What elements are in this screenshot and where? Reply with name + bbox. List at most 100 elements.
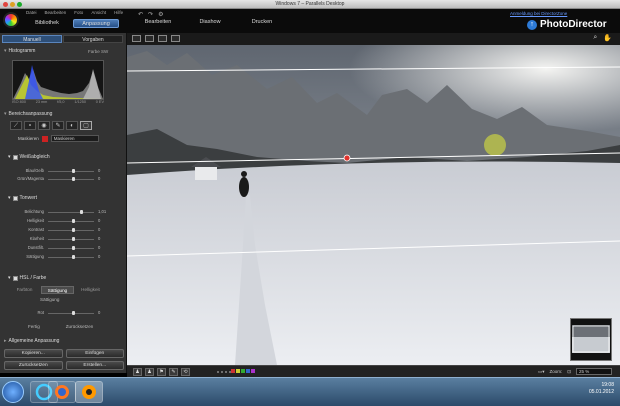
menu-item-bearbeiten[interactable]: Bearbeiten	[45, 10, 67, 15]
paste-button[interactable]: Einfügen	[65, 349, 124, 358]
slider-handle[interactable]	[71, 246, 75, 250]
hsl-group-header[interactable]: ▾ HSL / Farbe	[8, 275, 46, 281]
tab-saettigung[interactable]: Sättigung	[41, 286, 74, 294]
slider-label: Rot	[37, 310, 44, 315]
reset-button[interactable]: Zurücksetzen	[4, 361, 63, 370]
settings-icon[interactable]: ⚙	[158, 11, 163, 18]
single-view-icon[interactable]	[145, 35, 154, 42]
people-icon[interactable]: ♟	[145, 368, 154, 376]
photodirector-taskbar-icon[interactable]	[75, 381, 103, 403]
spot-tool-icon[interactable]: ∘	[24, 121, 36, 130]
slider-value[interactable]: 0	[98, 168, 100, 173]
tab-farbton[interactable]: Farbton	[8, 286, 41, 294]
histogram-header[interactable]: ▾ Histogramm	[4, 48, 35, 54]
redo-icon[interactable]: ↷	[148, 11, 153, 18]
slider-row: Grün/Magenta 0	[6, 176, 106, 182]
firefox-icon[interactable]	[48, 381, 76, 403]
zoom-label: Zoom:	[549, 369, 563, 374]
nav-bearbeiten[interactable]: Bearbeiten	[132, 19, 184, 25]
tone-checkbox[interactable]	[12, 195, 18, 201]
menu-item-ansicht[interactable]: Ansicht	[91, 10, 106, 15]
collapse-icon: ▾	[8, 195, 11, 201]
nav-diashow[interactable]: Diashow	[184, 19, 236, 25]
wb-group-header[interactable]: ▾ Weißabgleich	[8, 154, 50, 160]
hand-tool-icon[interactable]: ✋	[603, 34, 612, 42]
menu-item-hilfe[interactable]: Hilfe	[114, 10, 123, 15]
slider-value[interactable]: 0	[98, 245, 100, 250]
navigator-thumbnail[interactable]	[570, 318, 612, 361]
color-labels[interactable]	[231, 369, 255, 373]
tag-icon[interactable]: ✎	[169, 368, 178, 376]
tone-group-header[interactable]: ▾ Tonwert	[8, 195, 37, 201]
slider-value[interactable]: 1,01	[98, 209, 106, 214]
general-header[interactable]: ▸ Allgemeine Anpassung	[4, 338, 59, 344]
slider-handle[interactable]	[71, 169, 75, 173]
subtab-manuell[interactable]: Manuell	[2, 35, 62, 43]
menu-item-foto[interactable]: Foto	[74, 10, 83, 15]
mask-dropdown[interactable]: Maskieren	[50, 135, 99, 142]
done-link[interactable]: Fertig	[28, 324, 40, 329]
flag-icon[interactable]: ⚑	[157, 368, 166, 376]
slider-handle[interactable]	[71, 237, 75, 241]
copy-button[interactable]: Kopieren...	[4, 349, 63, 358]
nav-drucken[interactable]: Drucken	[236, 19, 288, 25]
photo-canvas[interactable]	[127, 45, 620, 365]
redeye-tool-icon[interactable]: ◉	[38, 121, 50, 130]
person-icon[interactable]: ♟	[133, 368, 142, 376]
compare-view-icon[interactable]	[171, 35, 180, 42]
mask-color-swatch[interactable]	[41, 135, 48, 142]
hiker-head	[241, 171, 247, 177]
view-mode-icon[interactable]: ▭▾	[538, 369, 545, 375]
histogram-modes: Farbe SW	[88, 49, 108, 54]
slider-handle[interactable]	[71, 177, 75, 181]
slider-value[interactable]: 0	[98, 218, 100, 223]
gradient-tool-icon[interactable]: ◐	[66, 121, 78, 130]
histogram-mode-bw[interactable]: SW	[101, 49, 108, 54]
menu-item-datei[interactable]: Datei	[26, 10, 37, 15]
slider-handle[interactable]	[71, 311, 75, 315]
grid-view-icon[interactable]	[158, 35, 167, 42]
slider-track[interactable]	[48, 212, 94, 213]
rotate-icon[interactable]: ⟲	[181, 368, 190, 376]
slider-handle[interactable]	[71, 228, 75, 232]
reset-link[interactable]: Zurücksetzen	[66, 324, 94, 329]
start-button[interactable]	[2, 381, 24, 403]
product-name: PhotoDirector	[540, 19, 607, 30]
slider-value[interactable]: 0	[98, 176, 100, 181]
slider-handle[interactable]	[71, 219, 75, 223]
taskbar: 19:08 05.01.2012	[0, 377, 620, 406]
slider-label: Grün/Magenta	[17, 176, 44, 181]
wb-checkbox[interactable]	[12, 154, 18, 160]
tab-anpassung[interactable]: Anpassung	[73, 19, 119, 28]
fit-icon[interactable]: ⊡	[567, 369, 571, 375]
system-tray[interactable]: 19:08 05.01.2012	[589, 382, 614, 396]
filter-pin[interactable]	[343, 154, 351, 162]
region-header[interactable]: ▾ Bereichsanpassung	[4, 111, 52, 117]
main-nav: Bearbeiten Diashow Drucken	[132, 19, 288, 25]
slider-handle[interactable]	[79, 210, 83, 214]
tab-helligkeit[interactable]: Helligkeit	[74, 286, 107, 294]
slider-row: Helligkeit 0	[6, 218, 106, 224]
slider-value[interactable]: 0	[98, 254, 100, 259]
tab-bibliothek[interactable]: Bibliothek	[24, 19, 70, 28]
slider-value[interactable]: 0	[98, 310, 100, 315]
brush-tool-icon[interactable]: ✎	[52, 121, 64, 130]
hsl-checkbox[interactable]	[12, 275, 18, 281]
slider-handle[interactable]	[71, 255, 75, 259]
create-button[interactable]: Erstellen...	[65, 361, 124, 370]
histogram-mode-color[interactable]: Farbe	[88, 49, 100, 54]
zoom-dropdown[interactable]: 25 %	[576, 368, 612, 375]
snowfield	[127, 161, 620, 365]
menu-bar: Datei Bearbeiten Foto Ansicht Hilfe	[26, 10, 123, 15]
magnifier-icon[interactable]: ⌕	[593, 34, 597, 42]
fit-view-icon[interactable]	[132, 35, 141, 42]
slider-value[interactable]: 0	[98, 236, 100, 241]
login-link[interactable]: Anmeldung bei DirectorZone	[510, 11, 567, 16]
slider-row: Dunstfilt. 0	[6, 245, 106, 251]
slider-value[interactable]: 0	[98, 227, 100, 232]
subtab-vorgaben[interactable]: Vorgaben	[63, 35, 123, 43]
graduated-filter-icon[interactable]: ▢	[80, 121, 92, 130]
product-logo-icon: ↑	[527, 19, 537, 30]
undo-icon[interactable]: ↶	[138, 11, 143, 18]
crop-tool-icon[interactable]: ⟋	[10, 121, 22, 130]
